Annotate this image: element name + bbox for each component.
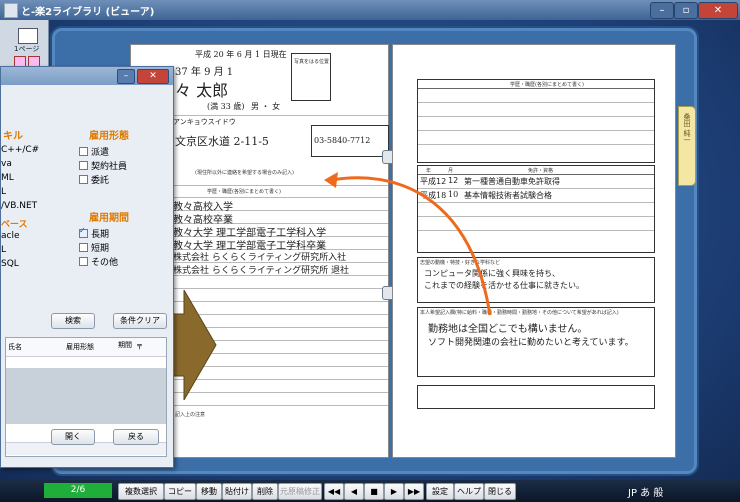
period-option[interactable]: 短期 — [79, 241, 109, 254]
minimize-button[interactable]: – — [650, 2, 674, 19]
copy-button[interactable]: コピー — [164, 483, 196, 500]
next-button[interactable]: ▶ — [384, 483, 404, 500]
checkbox-checked-icon[interactable] — [79, 226, 88, 238]
resume-date: 平成 20 年 6 月 1 日現在 — [195, 50, 287, 59]
maximize-button[interactable]: ▫ — [674, 2, 698, 19]
address: 文京区水道 2-11-5 — [175, 135, 269, 148]
close-app-button[interactable]: 閉じる — [484, 483, 516, 500]
page-indicator: 2/6 — [44, 483, 112, 498]
contact-note: (現住所以外に連絡を希望する場合のみ記入) — [195, 170, 294, 176]
period-option[interactable]: 長期 — [79, 226, 110, 240]
prev-button[interactable]: ◀ — [344, 483, 364, 500]
delete-button[interactable]: 削除 — [252, 483, 278, 500]
skills-heading: キル — [3, 131, 23, 142]
col-zip: 〒 — [136, 343, 143, 351]
employment-option[interactable]: 委託 — [79, 173, 109, 186]
grid-header: 氏名 雇用形態 期間 〒 — [6, 338, 166, 357]
app-icon — [4, 3, 18, 18]
skill-item[interactable]: va — [1, 159, 12, 169]
employment-option[interactable]: 契約社員 — [79, 159, 127, 172]
first-page-button[interactable]: ◀◀ — [324, 483, 344, 500]
checkbox-icon[interactable] — [79, 161, 88, 170]
panel-titlebar: – ✕ — [1, 67, 173, 85]
skill-item[interactable]: L — [1, 245, 6, 255]
employment-label: 派遣 — [91, 148, 110, 158]
checkbox-icon[interactable] — [79, 257, 88, 266]
panel-minimize-button[interactable]: – — [117, 69, 135, 84]
page-view-label: 1ページ — [14, 45, 40, 53]
window-title: と-楽2ライブラリ (ビューア) — [21, 7, 155, 18]
open-button[interactable]: 開く — [51, 429, 95, 445]
phone-number: 03-5840-7712 — [314, 136, 371, 145]
employment-option[interactable]: 派遣 — [79, 145, 109, 158]
period-label: 短期 — [91, 244, 110, 254]
grid-selected-row[interactable] — [6, 368, 166, 424]
history-header: 学歴・職歴(各別にまとめて書く) — [207, 189, 281, 195]
history-header-2: 学歴・職歴(各別にまとめて書く) — [510, 82, 584, 88]
close-button[interactable]: ✕ — [698, 2, 738, 19]
checkbox-icon[interactable] — [79, 175, 88, 184]
search-button[interactable]: 検索 — [51, 313, 95, 329]
edit-original-button[interactable]: 元原稿修正 — [278, 483, 322, 500]
window-titlebar: と-楽2ライブラリ (ビューア) – ▫ ✕ — [0, 0, 740, 20]
employment-label: 委託 — [91, 176, 110, 186]
skill-item[interactable]: SQL — [1, 259, 19, 269]
multi-select-button[interactable]: 複数選択 — [118, 483, 164, 500]
system-tray[interactable]: JP あ 般 — [628, 484, 663, 499]
hope-line: ソフト開発関連の会社に勤めたいと考えています。 — [428, 338, 634, 348]
stop-button[interactable]: ■ — [364, 483, 384, 500]
birth-date: 37 年 9 月 1 — [175, 67, 234, 78]
photo-box: 写真をはる位置 — [291, 53, 331, 101]
checkbox-icon[interactable] — [79, 243, 88, 252]
period-heading: 雇用期間 — [89, 213, 129, 224]
settings-button[interactable]: 設定 — [426, 483, 454, 500]
photo-note: 写真をはる位置 — [294, 59, 330, 65]
period-label: その他 — [91, 258, 119, 268]
age: (満 33 歳) — [207, 102, 245, 111]
col-name: 氏名 — [8, 343, 22, 351]
index-tab[interactable]: 桑田 純一 — [678, 106, 696, 186]
paste-button[interactable]: 貼付け — [222, 483, 252, 500]
skill-item[interactable]: ベース — [1, 217, 28, 230]
search-panel: – ✕ キル C++/C# va ML L /VB.NET ベース acle L… — [0, 66, 174, 468]
employment-label: 契約社員 — [91, 162, 128, 172]
sex: 男 ・ 女 — [251, 102, 281, 111]
help-button[interactable]: ヘルプ — [454, 483, 484, 500]
footer-note: 記入上の注意 — [175, 412, 206, 418]
page-view-icon[interactable] — [18, 28, 38, 44]
period-option[interactable]: その他 — [79, 255, 118, 268]
period-label: 長期 — [91, 230, 110, 240]
move-button[interactable]: 移動 — [196, 483, 222, 500]
skill-item[interactable]: acle — [1, 231, 20, 241]
panel-close-button[interactable]: ✕ — [137, 69, 169, 84]
applicant-name: 々 太郎 — [175, 81, 229, 100]
skill-item[interactable]: /VB.NET — [1, 201, 37, 211]
license-header: 免許・資格 — [528, 168, 554, 174]
skill-item[interactable]: ML — [1, 173, 14, 183]
checkbox-icon[interactable] — [79, 147, 88, 156]
clear-conditions-button[interactable]: 条件クリア — [113, 313, 167, 329]
link-arrow — [324, 172, 492, 316]
col-period: 期間 — [118, 341, 132, 349]
last-page-button[interactable]: ▶▶ — [404, 483, 424, 500]
skill-item[interactable]: C++/C# — [1, 145, 39, 155]
back-button[interactable]: 戻る — [113, 429, 159, 445]
bottom-box — [417, 385, 655, 409]
bottom-toolbar: 2/6 複数選択 コピー 移動 貼付け 削除 元原稿修正 ◀◀ ◀ ■ ▶ ▶▶… — [0, 480, 740, 502]
col-employment: 雇用形態 — [66, 343, 94, 351]
skill-item[interactable]: L — [1, 187, 6, 197]
furigana: アンキョウスイドウ — [173, 118, 236, 126]
employment-heading: 雇用形態 — [89, 131, 129, 142]
